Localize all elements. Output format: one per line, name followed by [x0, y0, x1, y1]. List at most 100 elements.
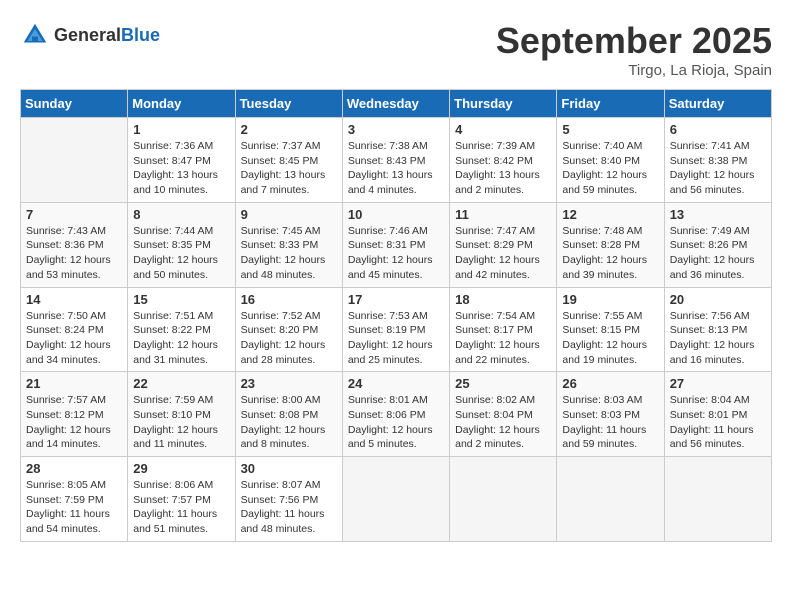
day-number: 21 [26, 376, 122, 391]
day-info: Sunrise: 8:02 AMSunset: 8:04 PMDaylight:… [455, 393, 551, 452]
day-number: 9 [241, 207, 337, 222]
calendar-week-4: 21 Sunrise: 7:57 AMSunset: 8:12 PMDayligh… [21, 372, 772, 457]
day-number: 30 [241, 461, 337, 476]
day-info: Sunrise: 7:51 AMSunset: 8:22 PMDaylight:… [133, 309, 229, 368]
day-number: 20 [670, 292, 766, 307]
weekday-header-friday: Friday [557, 90, 664, 118]
day-info: Sunrise: 7:41 AMSunset: 8:38 PMDaylight:… [670, 139, 766, 198]
calendar-cell: 3Sunrise: 7:38 AMSunset: 8:43 PMDaylight… [342, 118, 449, 203]
day-number: 25 [455, 376, 551, 391]
calendar-cell: 10 Sunrise: 7:46 AMSunset: 8:31 PMDayligh… [342, 202, 449, 287]
day-info: Sunrise: 7:57 AMSunset: 8:12 PMDaylight:… [26, 393, 122, 452]
day-number: 17 [348, 292, 444, 307]
day-info: Sunrise: 8:04 AMSunset: 8:01 PMDaylight:… [670, 393, 766, 452]
day-info: Sunrise: 8:03 AMSunset: 8:03 PMDaylight:… [562, 393, 658, 452]
weekday-header-sunday: Sunday [21, 90, 128, 118]
logo-icon [20, 20, 50, 50]
day-info: Sunrise: 8:07 AMSunset: 7:56 PMDaylight:… [241, 478, 337, 537]
day-number: 14 [26, 292, 122, 307]
calendar-cell: 20 Sunrise: 7:56 AMSunset: 8:13 PMDayligh… [664, 287, 771, 372]
calendar-cell: 4Sunrise: 7:39 AMSunset: 8:42 PMDaylight… [450, 118, 557, 203]
day-number: 1 [133, 122, 229, 137]
day-number: 2 [241, 122, 337, 137]
calendar-week-3: 14Sunrise: 7:50 AMSunset: 8:24 PMDayligh… [21, 287, 772, 372]
calendar-cell: 17 Sunrise: 7:53 AMSunset: 8:19 PMDayligh… [342, 287, 449, 372]
weekday-header-row: SundayMondayTuesdayWednesdayThursdayFrid… [21, 90, 772, 118]
day-number: 19 [562, 292, 658, 307]
day-number: 27 [670, 376, 766, 391]
calendar-cell: 15 Sunrise: 7:51 AMSunset: 8:22 PMDayligh… [128, 287, 235, 372]
day-number: 11 [455, 207, 551, 222]
calendar-cell: 24Sunrise: 8:01 AMSunset: 8:06 PMDayligh… [342, 372, 449, 457]
calendar-cell: 9 Sunrise: 7:45 AMSunset: 8:33 PMDaylight… [235, 202, 342, 287]
day-info: Sunrise: 7:38 AMSunset: 8:43 PMDaylight:… [348, 139, 444, 198]
day-info: Sunrise: 7:47 AMSunset: 8:29 PMDaylight:… [455, 224, 551, 283]
day-number: 29 [133, 461, 229, 476]
day-info: Sunrise: 8:00 AMSunset: 8:08 PMDaylight:… [241, 393, 337, 452]
logo: GeneralBlue [20, 20, 160, 50]
day-info: Sunrise: 7:59 AMSunset: 8:10 PMDaylight:… [133, 393, 229, 452]
calendar-week-5: 28 Sunrise: 8:05 AMSunset: 7:59 PMDayligh… [21, 457, 772, 542]
calendar-cell: 21 Sunrise: 7:57 AMSunset: 8:12 PMDayligh… [21, 372, 128, 457]
calendar-cell [21, 118, 128, 203]
calendar-cell: 18Sunrise: 7:54 AMSunset: 8:17 PMDayligh… [450, 287, 557, 372]
day-number: 18 [455, 292, 551, 307]
calendar-cell: 30 Sunrise: 8:07 AMSunset: 7:56 PMDayligh… [235, 457, 342, 542]
calendar-cell: 2 Sunrise: 7:37 AMSunset: 8:45 PMDaylight… [235, 118, 342, 203]
day-info: Sunrise: 7:44 AMSunset: 8:35 PMDaylight:… [133, 224, 229, 283]
calendar-cell: 22Sunrise: 7:59 AMSunset: 8:10 PMDayligh… [128, 372, 235, 457]
calendar-cell: 16Sunrise: 7:52 AMSunset: 8:20 PMDayligh… [235, 287, 342, 372]
calendar-cell: 8Sunrise: 7:44 AMSunset: 8:35 PMDaylight… [128, 202, 235, 287]
day-info: Sunrise: 8:05 AMSunset: 7:59 PMDaylight:… [26, 478, 122, 537]
calendar-cell: 19 Sunrise: 7:55 AMSunset: 8:15 PMDayligh… [557, 287, 664, 372]
day-info: Sunrise: 7:52 AMSunset: 8:20 PMDaylight:… [241, 309, 337, 368]
calendar-cell [342, 457, 449, 542]
weekday-header-tuesday: Tuesday [235, 90, 342, 118]
day-number: 23 [241, 376, 337, 391]
day-number: 28 [26, 461, 122, 476]
calendar-cell [664, 457, 771, 542]
calendar-week-1: 1 Sunrise: 7:36 AMSunset: 8:47 PMDaylight… [21, 118, 772, 203]
title-block: September 2025 Tirgo, La Rioja, Spain [496, 20, 772, 79]
location: Tirgo, La Rioja, Spain [496, 62, 772, 79]
day-number: 6 [670, 122, 766, 137]
day-info: Sunrise: 7:46 AMSunset: 8:31 PMDaylight:… [348, 224, 444, 283]
day-info: Sunrise: 7:56 AMSunset: 8:13 PMDaylight:… [670, 309, 766, 368]
day-number: 7 [26, 207, 122, 222]
calendar-cell [557, 457, 664, 542]
weekday-header-monday: Monday [128, 90, 235, 118]
day-number: 26 [562, 376, 658, 391]
day-number: 15 [133, 292, 229, 307]
calendar-cell: 14Sunrise: 7:50 AMSunset: 8:24 PMDayligh… [21, 287, 128, 372]
calendar-cell: 7 Sunrise: 7:43 AMSunset: 8:36 PMDaylight… [21, 202, 128, 287]
day-info: Sunrise: 8:01 AMSunset: 8:06 PMDaylight:… [348, 393, 444, 452]
calendar-cell: 27 Sunrise: 8:04 AMSunset: 8:01 PMDayligh… [664, 372, 771, 457]
day-info: Sunrise: 7:39 AMSunset: 8:42 PMDaylight:… [455, 139, 551, 198]
calendar-cell: 13 Sunrise: 7:49 AMSunset: 8:26 PMDayligh… [664, 202, 771, 287]
day-info: Sunrise: 7:45 AMSunset: 8:33 PMDaylight:… [241, 224, 337, 283]
day-info: Sunrise: 7:43 AMSunset: 8:36 PMDaylight:… [26, 224, 122, 283]
calendar-cell: 11 Sunrise: 7:47 AMSunset: 8:29 PMDayligh… [450, 202, 557, 287]
day-number: 5 [562, 122, 658, 137]
day-number: 10 [348, 207, 444, 222]
calendar-cell: 29Sunrise: 8:06 AMSunset: 7:57 PMDayligh… [128, 457, 235, 542]
month-title: September 2025 [496, 20, 772, 62]
calendar-table: SundayMondayTuesdayWednesdayThursdayFrid… [20, 89, 772, 542]
day-info: Sunrise: 7:36 AMSunset: 8:47 PMDaylight:… [133, 139, 229, 198]
day-info: Sunrise: 7:37 AMSunset: 8:45 PMDaylight:… [241, 139, 337, 198]
calendar-cell: 28 Sunrise: 8:05 AMSunset: 7:59 PMDayligh… [21, 457, 128, 542]
logo-general: General [54, 25, 121, 45]
calendar-cell: 1 Sunrise: 7:36 AMSunset: 8:47 PMDaylight… [128, 118, 235, 203]
logo-blue: Blue [121, 25, 160, 45]
day-info: Sunrise: 7:53 AMSunset: 8:19 PMDaylight:… [348, 309, 444, 368]
calendar-cell: 6 Sunrise: 7:41 AMSunset: 8:38 PMDaylight… [664, 118, 771, 203]
calendar-cell [450, 457, 557, 542]
calendar-cell: 25 Sunrise: 8:02 AMSunset: 8:04 PMDayligh… [450, 372, 557, 457]
day-number: 13 [670, 207, 766, 222]
day-info: Sunrise: 7:55 AMSunset: 8:15 PMDaylight:… [562, 309, 658, 368]
weekday-header-saturday: Saturday [664, 90, 771, 118]
day-number: 12 [562, 207, 658, 222]
day-info: Sunrise: 7:49 AMSunset: 8:26 PMDaylight:… [670, 224, 766, 283]
logo-text: GeneralBlue [54, 25, 160, 46]
calendar-cell: 23 Sunrise: 8:00 AMSunset: 8:08 PMDayligh… [235, 372, 342, 457]
